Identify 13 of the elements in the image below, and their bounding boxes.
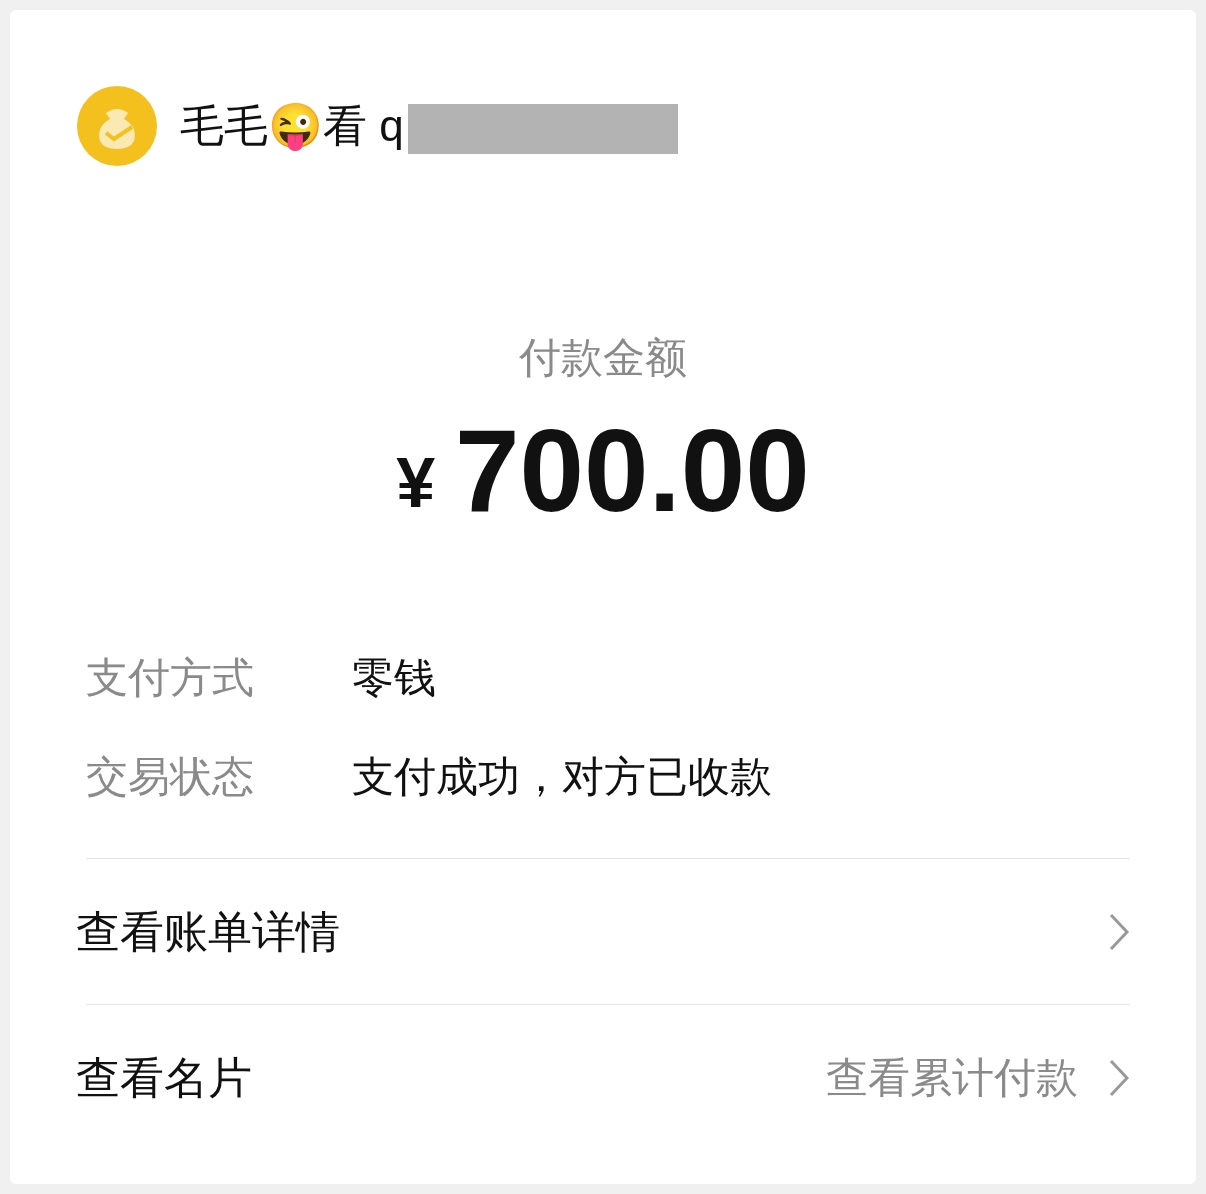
detail-value: 支付成功，对方已收款 <box>352 752 772 802</box>
merchant-name: 毛毛😜看 q <box>180 100 404 153</box>
wallet-icon <box>76 85 158 167</box>
detail-label: 支付方式 <box>86 653 255 703</box>
link-label[interactable]: 查看账单详情 <box>76 898 340 965</box>
chevron-right-icon[interactable] <box>1108 911 1130 952</box>
amount-value: 700.00 <box>455 413 810 529</box>
chevron-right-icon[interactable] <box>1108 1057 1130 1098</box>
link-label[interactable]: 查看名片 <box>76 1044 252 1111</box>
amount-label: 付款金额 <box>519 333 687 383</box>
currency-symbol: ¥ <box>396 443 436 524</box>
detail-value: 零钱 <box>352 653 436 703</box>
detail-label: 交易状态 <box>86 752 255 802</box>
